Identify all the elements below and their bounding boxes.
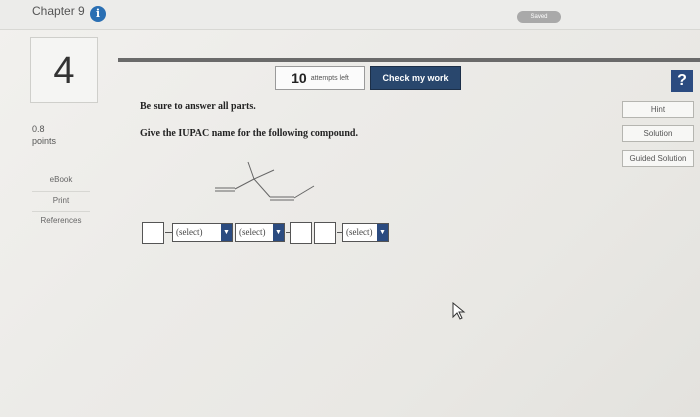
hint-button[interactable]: Hint <box>622 101 694 118</box>
mouse-cursor-icon <box>452 302 466 320</box>
attempts-counter: 10 attempts left <box>275 66 365 90</box>
points-value: 0.8 <box>32 124 45 134</box>
chevron-down-icon: ▼ <box>377 224 388 241</box>
header-divider <box>118 58 700 62</box>
instruction-text: Be sure to answer all parts. <box>140 101 256 112</box>
attempts-count: 10 <box>291 70 307 86</box>
info-icon[interactable]: i <box>90 6 106 22</box>
select-value: (select) <box>176 227 203 237</box>
attempts-label: attempts left <box>310 74 349 82</box>
chapter-title: Chapter 9 <box>32 4 85 18</box>
saved-badge: Saved <box>517 11 561 23</box>
ebook-link[interactable]: eBook <box>32 175 90 184</box>
check-my-work-button[interactable]: Check my work <box>370 66 461 90</box>
help-icon[interactable]: ? <box>671 70 693 92</box>
substituent-select-1[interactable]: (select) ▼ <box>172 223 233 242</box>
compound-structure <box>215 161 315 201</box>
parent-chain-select[interactable]: (select) ▼ <box>342 223 389 242</box>
select-value: (select) <box>239 227 266 237</box>
question-number: 4 <box>30 37 98 103</box>
top-bar: Chapter 9 i Saved <box>0 0 700 30</box>
guided-solution-button[interactable]: Guided Solution <box>622 150 694 167</box>
chevron-down-icon: ▼ <box>273 224 284 241</box>
solution-button[interactable]: Solution <box>622 125 694 142</box>
print-link[interactable]: Print <box>32 191 90 205</box>
select-value: (select) <box>346 227 373 237</box>
question-prompt: Give the IUPAC name for the following co… <box>140 128 358 139</box>
answer-locant-box-3[interactable] <box>314 222 336 244</box>
chevron-down-icon: ▼ <box>221 224 232 241</box>
answer-locant-box-1[interactable] <box>142 222 164 244</box>
points-label: points <box>32 136 57 146</box>
references-link[interactable]: References <box>32 211 90 225</box>
substituent-select-2[interactable]: (select) ▼ <box>235 223 285 242</box>
answer-locant-box-2[interactable] <box>290 222 312 244</box>
